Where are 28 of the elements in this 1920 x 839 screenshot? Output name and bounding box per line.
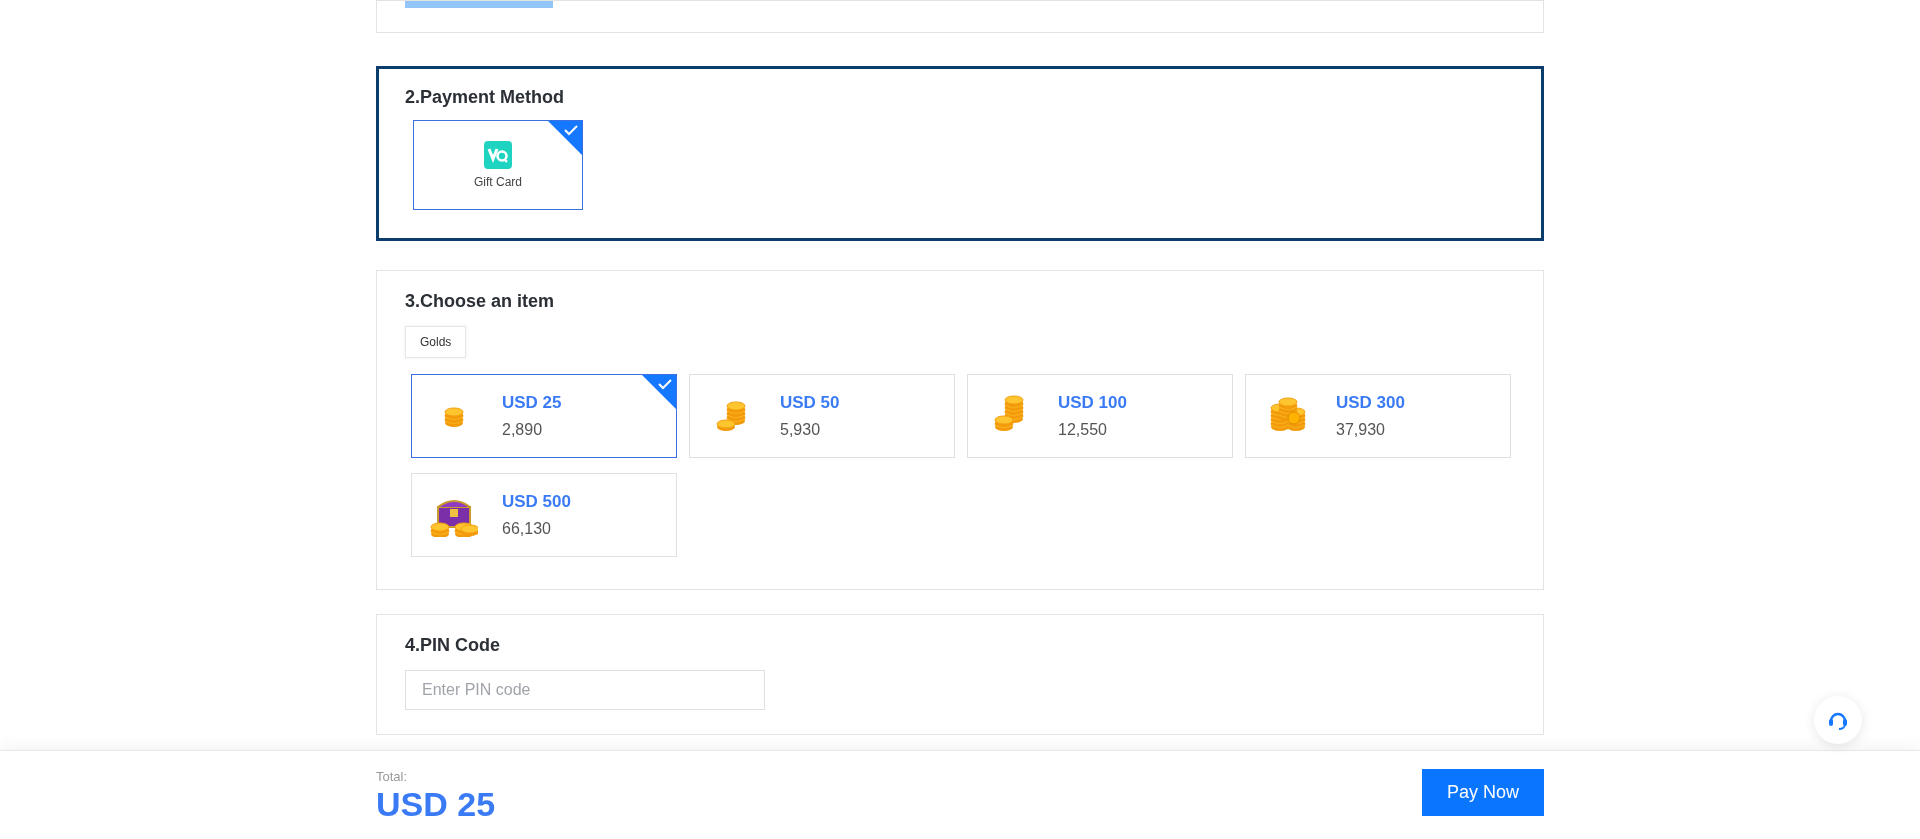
checkmark-corner-icon	[548, 121, 582, 155]
pin-code-field[interactable]: Enter PIN code	[405, 670, 765, 710]
item-amount: 5,930	[780, 421, 822, 439]
item-price: USD 500	[502, 492, 571, 512]
item-option[interactable]: USD 50 5,930	[689, 374, 955, 458]
total-amount: USD 25	[376, 784, 496, 825]
item-price: USD 25	[502, 393, 562, 413]
total-label: Total:	[376, 769, 409, 784]
payment-method-option[interactable]: Gift Card	[413, 120, 583, 210]
item-amount: 12,550	[1058, 421, 1108, 439]
category-tab[interactable]: Golds	[405, 326, 467, 358]
section-title: 4.PIN Code	[405, 635, 502, 656]
item-price: USD 300	[1336, 393, 1405, 413]
pay-now-button[interactable]: Pay Now	[1422, 769, 1544, 817]
support-button[interactable]	[1814, 696, 1862, 744]
item-option[interactable]: USD 300 37,930	[1245, 374, 1511, 458]
item-amount: 37,930	[1336, 421, 1386, 439]
item-price: USD 100	[1058, 393, 1127, 413]
item-option[interactable]: USD 25 2,890	[411, 374, 677, 458]
item-option[interactable]: USD 100 12,550	[967, 374, 1233, 458]
item-option[interactable]: USD 500 66,130	[411, 473, 677, 557]
item-amount: 2,890	[502, 421, 544, 439]
section-title: 3.Choose an item	[405, 291, 556, 312]
item-amount: 66,130	[502, 520, 552, 538]
item-price: USD 50	[780, 393, 840, 413]
section-title: 2.Payment Method	[405, 87, 566, 108]
gift-card-logo-icon	[484, 141, 512, 169]
checkmark-corner-icon	[642, 375, 676, 409]
